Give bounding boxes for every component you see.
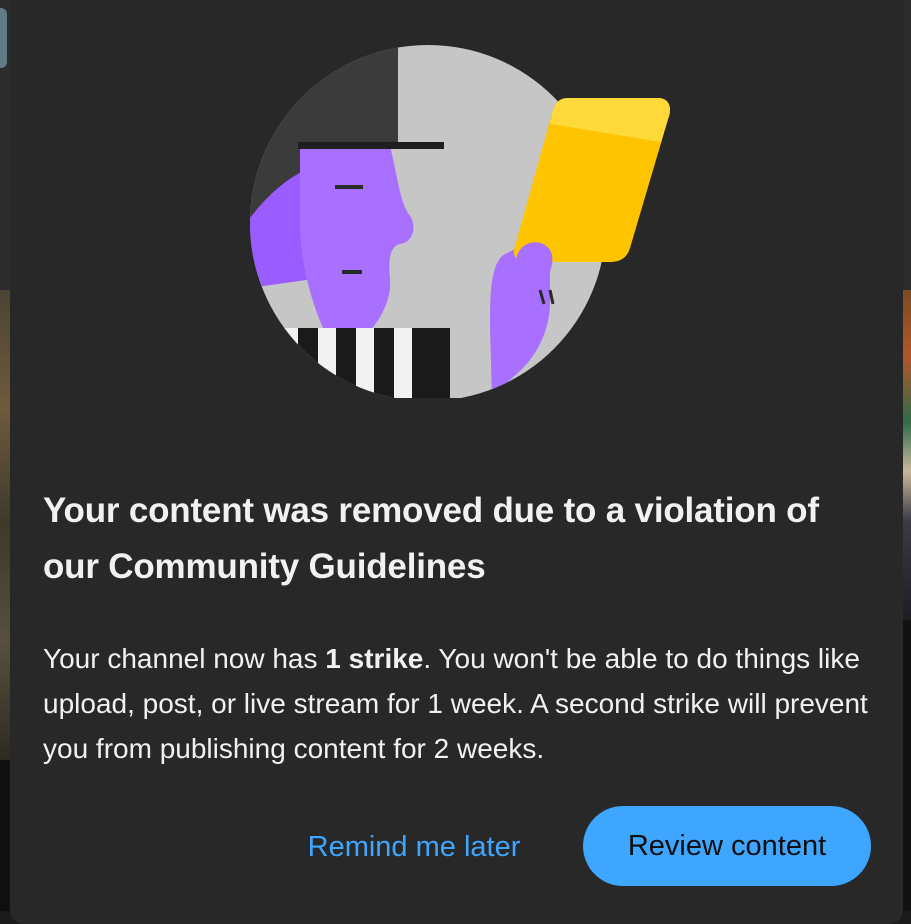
background-page-left-bottom — [0, 760, 10, 911]
dialog-title: Your content was removed due to a violat… — [43, 491, 819, 586]
background-thumbnail-right — [903, 290, 911, 620]
body-text-start: Your channel now has — [43, 643, 326, 674]
remind-me-later-button[interactable]: Remind me later — [284, 812, 544, 882]
strike-dialog: Your content was removed due to a violat… — [10, 0, 903, 924]
review-content-button[interactable]: Review content — [583, 806, 871, 886]
dialog-body: Your channel now has 1 strike. You won't… — [43, 636, 883, 771]
background-thumbnail-edge — [0, 8, 7, 68]
background-page-right — [903, 0, 911, 290]
background-page-left — [0, 0, 10, 290]
strike-count: 1 strike — [325, 643, 424, 674]
referee-yellow-card-illustration — [250, 45, 670, 398]
background-thumbnail-left — [0, 290, 10, 760]
background-page-right-bottom — [903, 620, 911, 911]
